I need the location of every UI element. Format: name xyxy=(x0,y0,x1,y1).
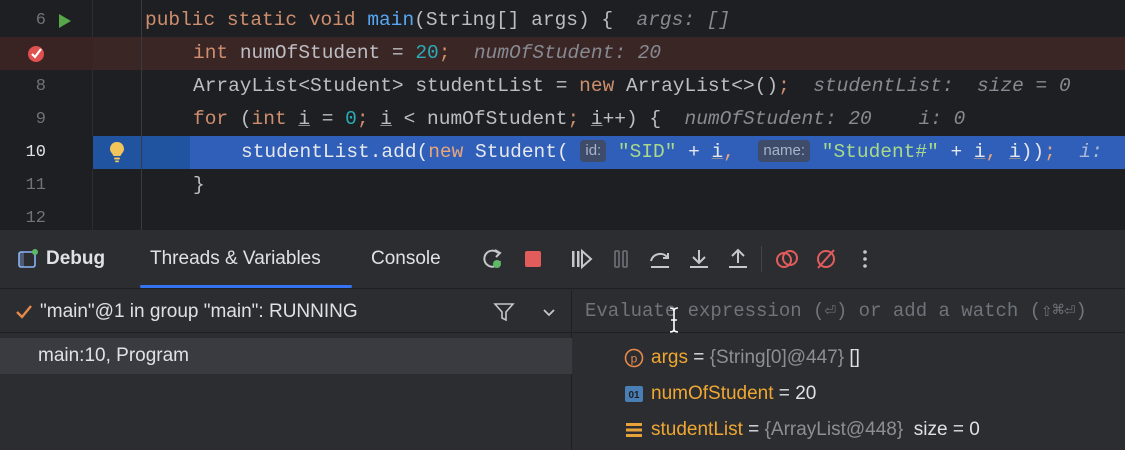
code-text: studentList.add(new Student( id: "SID" +… xyxy=(241,140,1103,163)
debug-tool-window: Debug Threads & Variables Console "main"… xyxy=(0,230,1125,450)
line-number: 10 xyxy=(0,136,93,169)
view-breakpoints-icon xyxy=(776,250,798,268)
line-number: 8 xyxy=(35,77,46,96)
code-line-12[interactable]: 12 xyxy=(0,202,1125,230)
debug-title-label: Debug xyxy=(46,248,106,269)
step-out-button[interactable] xyxy=(724,245,752,273)
stack-frame-label: main:10, Program xyxy=(38,345,190,366)
run-gutter-icon[interactable] xyxy=(54,11,74,31)
tab-console[interactable]: Console xyxy=(371,247,441,271)
active-tab-indicator xyxy=(140,285,352,288)
stop-icon xyxy=(525,251,541,267)
code-line-8[interactable]: 8 ArrayList<Student> studentList = new A… xyxy=(0,70,1125,103)
evaluate-expression-bar[interactable] xyxy=(573,290,1125,333)
tab-threads-variables[interactable]: Threads & Variables xyxy=(150,247,321,271)
inline-value-hint: numOfStudent: 20 xyxy=(473,42,662,64)
code-editor[interactable]: 6 public static void main(String[] args)… xyxy=(0,0,1125,230)
step-out-icon xyxy=(729,248,747,268)
inline-value-hint: args: [] xyxy=(636,9,731,31)
inline-value-hint: i: xyxy=(1079,141,1103,163)
frames-panel: "main"@1 in group "main": RUNNING main:1… xyxy=(0,290,572,450)
stack-frame-item[interactable]: main:10, Program xyxy=(0,338,572,374)
inline-value-hint: studentList: size = 0 xyxy=(813,75,1071,97)
debug-window-icon xyxy=(18,249,38,269)
thread-label: "main"@1 in group "main": RUNNING xyxy=(40,301,358,322)
debug-title[interactable]: Debug xyxy=(18,247,105,271)
inline-value-hint: numOfStudent: 20 xyxy=(684,108,872,130)
list-icon xyxy=(626,423,642,437)
resume-program-button[interactable] xyxy=(567,245,595,273)
evaluate-expression-input[interactable] xyxy=(573,290,1125,332)
line-number: 12 xyxy=(25,209,46,228)
code-text: } xyxy=(193,174,205,196)
pause-icon xyxy=(614,250,628,268)
step-into-button[interactable] xyxy=(685,245,713,273)
line-number: 6 xyxy=(35,11,46,30)
svg-text:01: 01 xyxy=(628,390,640,401)
resume-icon xyxy=(572,248,593,270)
parameter-hint-id: id: xyxy=(580,140,607,162)
parameter-hint-name: name: xyxy=(758,140,811,162)
code-line-9[interactable]: 9 for (int i = 0; i < numOfStudent; i++)… xyxy=(0,103,1125,136)
variables-panel: p args = {String[0]@447} [] 01 numOfStud… xyxy=(573,290,1125,450)
step-into-icon xyxy=(690,250,708,268)
code-line-10-current[interactable]: 10 studentList.add(new Student( id: "SID… xyxy=(0,136,1125,169)
more-options-button[interactable] xyxy=(851,245,879,273)
chevron-down-icon[interactable] xyxy=(539,302,559,322)
filter-icon[interactable] xyxy=(492,300,516,324)
variable-text: args = {String[0]@447} [] xyxy=(651,347,860,368)
line-number: 9 xyxy=(35,110,46,129)
parameter-icon: p xyxy=(624,348,644,368)
code-line-6[interactable]: 6 public static void main(String[] args)… xyxy=(0,4,1125,37)
pause-program-button[interactable] xyxy=(607,245,635,273)
primitive-icon: 01 xyxy=(625,386,643,402)
code-text: int numOfStudent = 20; numOfStudent: 20 xyxy=(193,42,662,64)
variable-row-numofstudent[interactable]: 01 numOfStudent = 20 xyxy=(573,376,1125,412)
variable-text: studentList = {ArrayList@448} size = 0 xyxy=(651,419,980,440)
breakpoint-hit-icon[interactable] xyxy=(26,43,46,63)
code-line-11[interactable]: 11 } xyxy=(0,169,1125,202)
line-number: 11 xyxy=(25,176,46,195)
stop-button[interactable] xyxy=(519,245,547,273)
code-text: ArrayList<Student> studentList = new Arr… xyxy=(193,75,1071,97)
inline-value-hint: i: 0 xyxy=(918,108,966,130)
rerun-icon xyxy=(483,249,502,268)
debug-toolbar: Debug Threads & Variables Console xyxy=(0,230,1125,289)
code-line-7[interactable]: int numOfStudent = 20; numOfStudent: 20 xyxy=(0,37,1125,70)
indent-guide xyxy=(141,0,142,230)
step-over-button[interactable] xyxy=(646,245,674,273)
toolbar-separator xyxy=(761,246,762,272)
lightbulb-icon[interactable] xyxy=(107,140,127,164)
thread-selector[interactable]: "main"@1 in group "main": RUNNING xyxy=(0,290,572,333)
checkmark-icon xyxy=(16,305,32,319)
view-breakpoints-button[interactable] xyxy=(773,245,801,273)
mute-breakpoints-icon xyxy=(817,249,835,269)
text-cursor-icon xyxy=(669,307,679,333)
more-vertical-icon xyxy=(863,250,867,268)
variable-row-args[interactable]: p args = {String[0]@447} [] xyxy=(573,340,1125,376)
variable-text: numOfStudent = 20 xyxy=(651,383,817,404)
code-text: for (int i = 0; i < numOfStudent; i++) {… xyxy=(193,108,966,130)
mute-breakpoints-button[interactable] xyxy=(812,245,840,273)
variable-row-studentlist[interactable]: studentList = {ArrayList@448} size = 0 xyxy=(573,412,1125,448)
step-over-icon xyxy=(650,252,669,268)
rerun-debug-button[interactable] xyxy=(479,245,507,273)
code-text: public static void main(String[] args) {… xyxy=(145,9,731,31)
svg-text:p: p xyxy=(631,352,638,366)
